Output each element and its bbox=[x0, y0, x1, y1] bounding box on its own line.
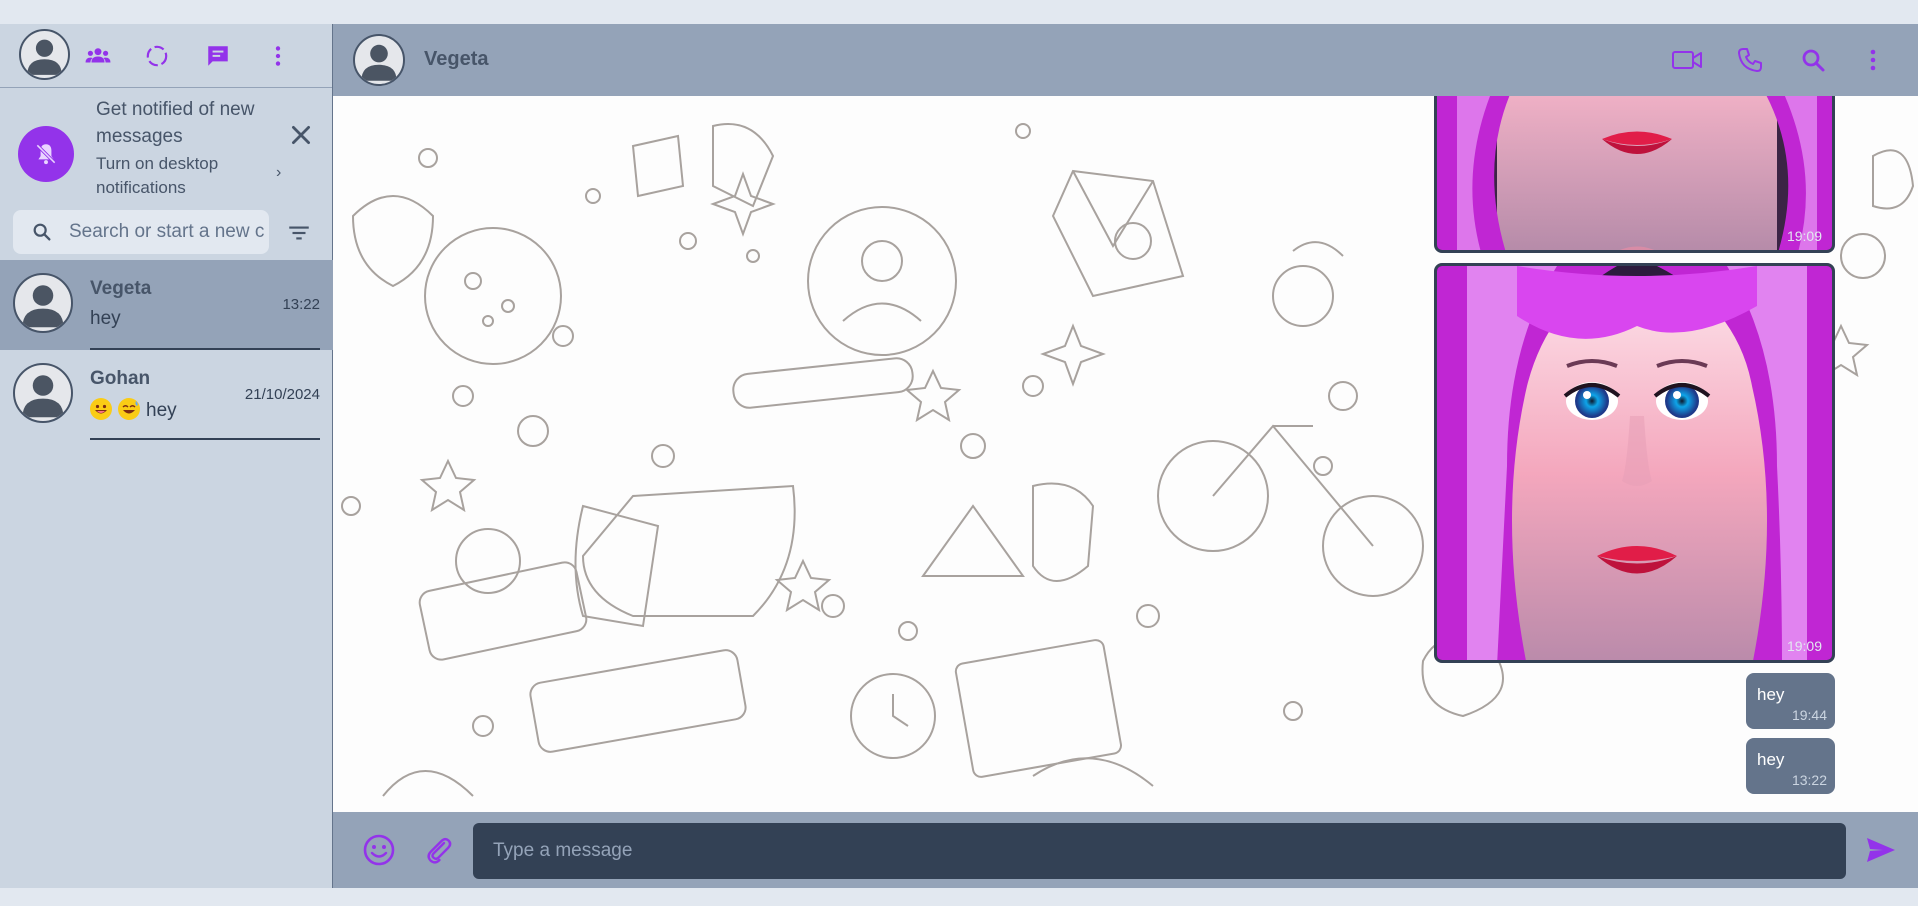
status-icon[interactable] bbox=[143, 42, 171, 70]
text-message[interactable]: hey 19:44 bbox=[1746, 673, 1835, 729]
notification-title: Get notified of new messages bbox=[96, 99, 255, 147]
bell-off-icon bbox=[18, 126, 74, 182]
text-message[interactable]: hey 13:22 bbox=[1746, 738, 1835, 794]
chat-last-message-row: hey bbox=[90, 398, 177, 422]
message-time: 19:44 bbox=[1791, 707, 1827, 723]
message-text: hey bbox=[1757, 750, 1785, 769]
portrait-image bbox=[1437, 96, 1832, 250]
avatar bbox=[13, 273, 73, 333]
message-time: 13:22 bbox=[1791, 772, 1827, 788]
contact-avatar[interactable] bbox=[353, 34, 405, 86]
chat-list-item[interactable]: Vegeta hey 13:22 bbox=[0, 260, 333, 350]
contact-name[interactable]: Vegeta bbox=[424, 48, 488, 71]
message-time: 19:09 bbox=[1786, 228, 1822, 244]
sidebar: Get notified of new messages Turn on des… bbox=[0, 24, 333, 888]
profile-avatar[interactable] bbox=[19, 29, 70, 80]
image-message[interactable]: 19:09 bbox=[1434, 96, 1835, 253]
menu-icon[interactable] bbox=[264, 42, 292, 70]
chat-name: Gohan bbox=[90, 368, 151, 389]
communities-icon[interactable] bbox=[84, 42, 112, 70]
image-message[interactable]: 19:09 bbox=[1434, 263, 1835, 663]
chat-app: Get notified of new messages Turn on des… bbox=[0, 24, 1918, 888]
chat-time: 21/10/2024 bbox=[244, 386, 320, 403]
portrait-image bbox=[1437, 266, 1832, 660]
message-text: hey bbox=[1757, 685, 1785, 704]
menu-icon[interactable] bbox=[1863, 46, 1883, 74]
emoji-icon[interactable] bbox=[361, 832, 397, 868]
video-call-icon[interactable] bbox=[1671, 46, 1703, 74]
sidebar-header bbox=[0, 24, 332, 88]
chat-list: Vegeta hey 13:22 Gohan hey 21/10/2024 bbox=[0, 260, 333, 440]
message-input[interactable] bbox=[473, 823, 1846, 879]
divider bbox=[90, 438, 320, 440]
new-chat-icon[interactable] bbox=[204, 42, 232, 70]
message-area: 19:09 19:09 hey 19:44 hey 13:22 bbox=[333, 96, 1918, 812]
search-icon[interactable] bbox=[1799, 46, 1827, 74]
sweat-smile-emoji-icon bbox=[118, 398, 140, 420]
attach-icon[interactable] bbox=[421, 832, 457, 868]
search-input[interactable] bbox=[69, 221, 265, 243]
message-time: 19:09 bbox=[1786, 638, 1822, 654]
avatar bbox=[13, 363, 73, 423]
search-icon bbox=[33, 223, 51, 241]
chat-list-item[interactable]: Gohan hey 21/10/2024 bbox=[0, 350, 333, 440]
chat-time: 13:22 bbox=[282, 296, 320, 313]
voice-call-icon[interactable] bbox=[1736, 46, 1764, 74]
filter-icon[interactable] bbox=[286, 220, 312, 246]
send-icon[interactable] bbox=[1863, 832, 1899, 868]
chevron-right-icon[interactable]: › bbox=[276, 164, 281, 182]
notification-subtitle: Turn on desktop notifications bbox=[96, 154, 219, 197]
message-composer bbox=[333, 812, 1918, 888]
grinning-face-emoji-icon bbox=[90, 398, 112, 420]
chat-name: Vegeta bbox=[90, 278, 152, 299]
search-bar bbox=[13, 210, 269, 254]
chat-last-message: hey bbox=[90, 308, 121, 329]
conversation-pane: Vegeta 19:09 19:09 hey 19:44 hey 13:22 T… bbox=[333, 24, 1918, 888]
conversation-header: Vegeta bbox=[333, 24, 1918, 96]
close-icon[interactable] bbox=[288, 122, 314, 148]
chat-last-message: hey bbox=[146, 400, 177, 421]
